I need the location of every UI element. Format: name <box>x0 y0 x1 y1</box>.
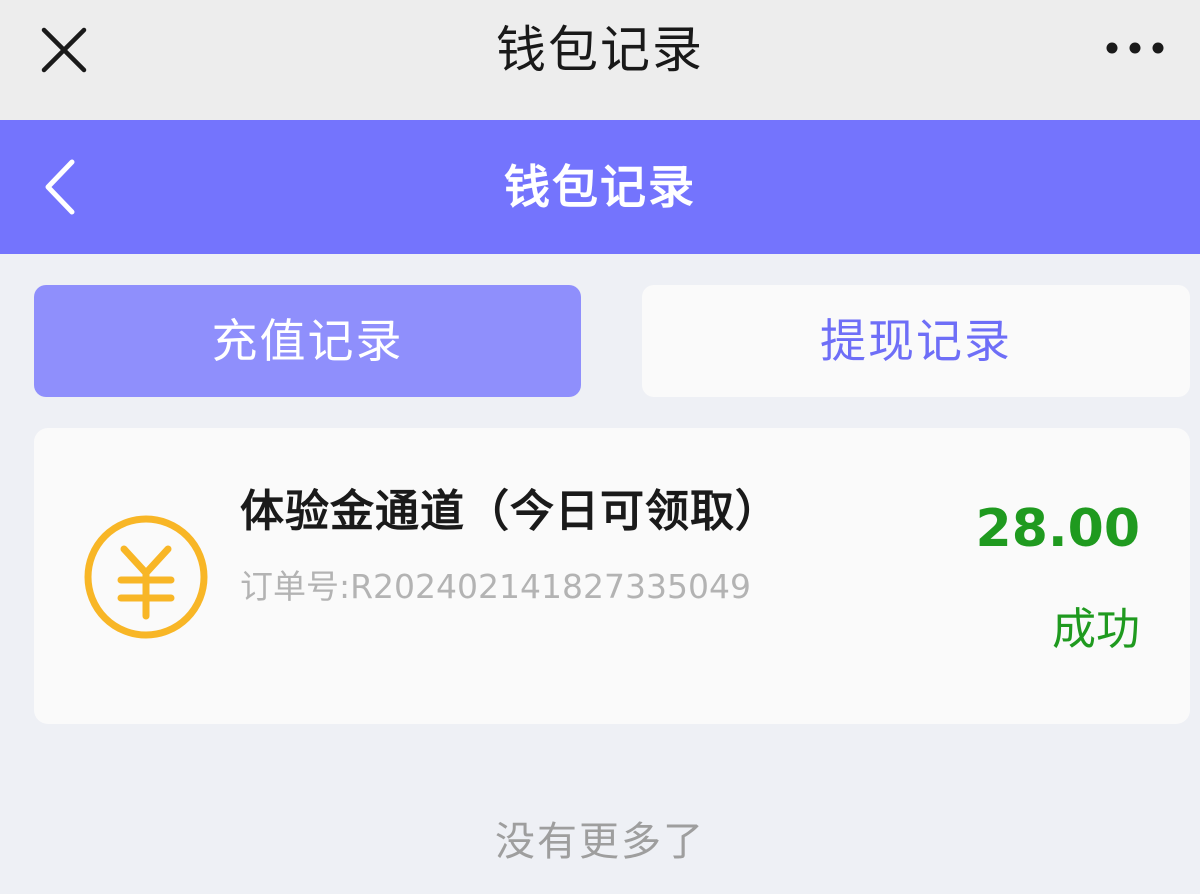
record-order-number: 订单号:R2024021418273350​49 <box>240 567 751 606</box>
record-title: 体验金通道（今日可领取） <box>240 486 780 537</box>
tab-withdraw-records[interactable]: 提现记录 <box>642 285 1190 397</box>
record-status: 成功 <box>1052 604 1140 655</box>
wechat-page-title: 钱包记录 <box>496 21 704 79</box>
record-card[interactable]: 体验金通道（今日可领取） 订单号:R2024021418273350​49 28… <box>34 428 1190 724</box>
record-amount: 28.00 <box>975 499 1140 559</box>
tab-recharge-records[interactable]: 充值记录 <box>34 285 581 397</box>
app-header: 钱包记录 <box>0 120 1200 254</box>
more-dots-icon[interactable] <box>1104 30 1166 66</box>
no-more-text: 没有更多了 <box>495 819 705 865</box>
page-title: 钱包记录 <box>504 160 696 214</box>
yuan-coin-icon <box>84 515 208 639</box>
wechat-title-bar: 钱包记录 <box>0 0 1200 120</box>
